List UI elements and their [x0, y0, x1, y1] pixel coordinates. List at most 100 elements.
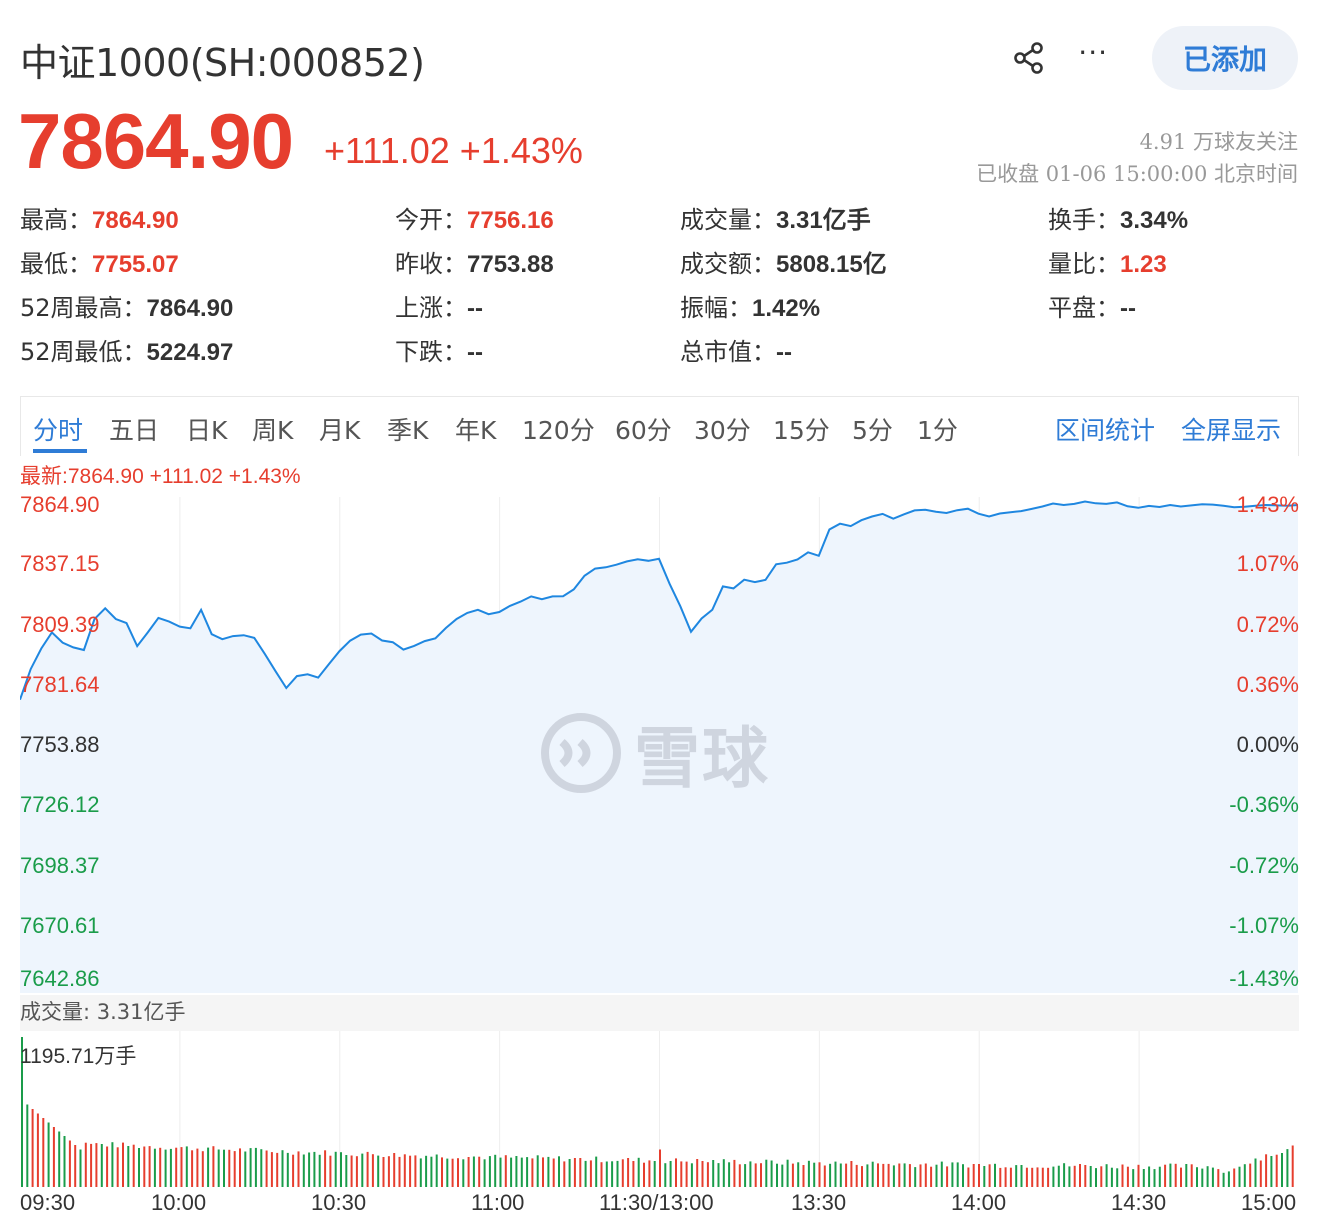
stat-value: -- — [467, 295, 483, 322]
tab-1[interactable]: 五日 — [109, 411, 159, 447]
volume-bar — [393, 1153, 396, 1187]
chart-tabs: 分时 五日 日K 周K 月K 季K 年K 120分 60分 30分 15分 5分 1分 区间统计 全屏显示 — [20, 396, 1299, 456]
stat-value: 1.42% — [752, 295, 821, 322]
volume-bar — [866, 1164, 869, 1187]
volume-bar — [42, 1118, 45, 1187]
volume-bar — [855, 1164, 858, 1187]
volume-bar — [510, 1157, 513, 1187]
x-axis-time-label: 14:30 — [1111, 1190, 1167, 1215]
volume-bar — [1233, 1168, 1236, 1187]
volume-bar — [1110, 1167, 1113, 1187]
stat-label: 最高： — [20, 206, 92, 234]
volume-bar — [148, 1146, 151, 1187]
volume-bar — [1126, 1166, 1129, 1187]
volume-bar — [1079, 1164, 1081, 1187]
tab-5[interactable]: 季K — [387, 411, 428, 447]
volume-bar — [95, 1143, 98, 1187]
stats-grid: 最高：7864.90 今开：7756.16 成交量：3.31亿手 换手：3.34% 最低… — [20, 200, 1300, 380]
volume-bar — [409, 1155, 412, 1187]
share-icon[interactable] — [1012, 41, 1046, 75]
volume-bar — [1158, 1166, 1161, 1187]
volume-bar — [1057, 1165, 1060, 1187]
volume-bar — [329, 1155, 332, 1187]
volume-bar — [924, 1163, 927, 1187]
added-button[interactable]: 已添加 — [1152, 26, 1298, 90]
volume-bar — [1275, 1154, 1278, 1187]
volume-bar — [111, 1142, 114, 1187]
tab-10[interactable]: 15分 — [773, 411, 830, 447]
volume-bar — [892, 1165, 895, 1187]
volume-bar — [1196, 1167, 1198, 1187]
volume-bar — [1180, 1167, 1182, 1187]
volume-bar — [488, 1156, 491, 1187]
stat-label: 昨收： — [395, 250, 467, 278]
volume-bar — [1100, 1166, 1103, 1187]
volume-bar — [696, 1159, 699, 1187]
tab-3[interactable]: 周K — [252, 411, 293, 447]
stat-item: 最高：7864.90 — [20, 200, 179, 235]
volume-bar — [611, 1161, 614, 1187]
volume-bar — [1254, 1158, 1257, 1187]
more-icon[interactable]: ··· — [1078, 39, 1108, 77]
volume-bar — [568, 1159, 571, 1187]
volume-bar — [1089, 1166, 1092, 1187]
volume-bar — [1281, 1153, 1283, 1187]
volume-bar — [260, 1149, 263, 1187]
tab-11[interactable]: 5分 — [852, 411, 893, 447]
tab-4[interactable]: 月K — [319, 411, 360, 447]
volume-bar — [722, 1159, 725, 1187]
tab-2[interactable]: 日K — [186, 411, 227, 447]
volume-bar — [648, 1160, 651, 1187]
volume-bar — [239, 1148, 241, 1187]
tab-6[interactable]: 年K — [455, 411, 496, 447]
stat-label: 上涨： — [395, 294, 467, 322]
tab-active-underline — [33, 449, 87, 453]
stat-value: 1.23 — [1120, 251, 1167, 278]
y-axis-percent-label: 1.43% — [1236, 492, 1299, 517]
stat-label: 总市值： — [680, 338, 776, 366]
stat-label: 成交额： — [680, 250, 776, 278]
x-axis-time-label: 15:00 — [1241, 1190, 1297, 1215]
volume-bar — [483, 1159, 486, 1187]
volume-bar — [1068, 1166, 1071, 1187]
volume-bar — [1217, 1169, 1220, 1187]
volume-bar — [414, 1155, 417, 1187]
volume-bar — [313, 1151, 316, 1187]
tab-7[interactable]: 120分 — [522, 411, 595, 447]
interval-stats-button[interactable]: 区间统计 — [1055, 411, 1155, 447]
volume-bar — [286, 1152, 289, 1187]
volume-bar — [1148, 1166, 1151, 1187]
volume-bar — [74, 1145, 77, 1187]
volume-bar — [1206, 1166, 1209, 1187]
volume-bar — [781, 1164, 784, 1187]
volume-bar — [536, 1155, 539, 1187]
volume-bar — [233, 1151, 236, 1187]
tab-0[interactable]: 分时 — [33, 411, 83, 447]
stat-value: 5224.97 — [146, 339, 234, 366]
volume-bar — [302, 1154, 305, 1187]
y-axis-percent-label: 1.07% — [1236, 551, 1299, 577]
tab-12[interactable]: 1分 — [917, 411, 958, 447]
volume-bar — [637, 1157, 640, 1187]
volume-bar — [244, 1151, 247, 1187]
volume-bar — [685, 1161, 688, 1187]
stat-label: 52周最高： — [20, 294, 147, 322]
volume-bar — [765, 1159, 768, 1187]
volume-bar — [744, 1164, 747, 1187]
volume-bar — [143, 1146, 146, 1187]
tab-8[interactable]: 60分 — [615, 411, 672, 447]
volume-bar — [371, 1154, 374, 1187]
volume-bar — [802, 1165, 805, 1187]
volume-bar — [887, 1163, 890, 1187]
snowball-logo-icon — [541, 713, 621, 793]
y-axis-price-label: 7753.88 — [20, 732, 100, 757]
volume-bar — [318, 1154, 321, 1187]
tab-9[interactable]: 30分 — [694, 411, 751, 447]
volume-bar — [1121, 1164, 1124, 1187]
volume-bar — [531, 1158, 534, 1187]
volume-bar — [441, 1157, 443, 1187]
fullscreen-button[interactable]: 全屏显示 — [1181, 411, 1281, 447]
volume-bar — [1020, 1165, 1023, 1187]
volume-bar — [882, 1163, 885, 1187]
volume-bar — [478, 1156, 481, 1187]
